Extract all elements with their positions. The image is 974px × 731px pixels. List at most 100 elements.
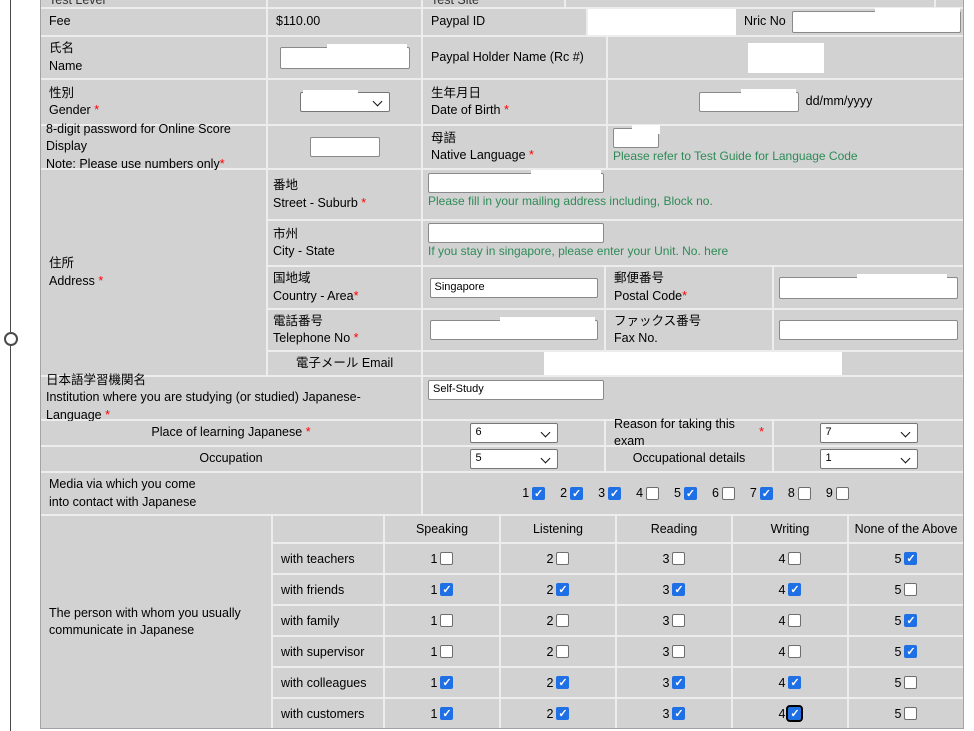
cell-number: 1 [431,583,438,597]
postal-input[interactable] [779,277,958,299]
comm-checkbox-with-family-3[interactable] [672,614,685,627]
communication-header-none-of-the-above: None of the Above [849,516,963,542]
fee-row: Fee $110.00 Paypal ID Nric No [41,9,963,35]
country-input[interactable]: Singapore [430,278,598,298]
comm-checkbox-with-colleagues-5[interactable] [904,676,917,689]
comm-checkbox-with-customers-3[interactable] [672,707,685,720]
reason-select[interactable]: 7 [820,423,918,443]
place-row: Place of learning Japanese * 6 Reason fo… [41,421,963,445]
paypal-holder-input[interactable] [748,43,824,73]
comm-checkbox-with-friends-3[interactable] [672,583,685,596]
dob-input[interactable] [699,92,799,112]
media-item-7: 7 [750,485,773,502]
cell-number: 3 [663,583,670,597]
paypal-id-input[interactable] [588,9,736,35]
cell-number: 3 [663,614,670,628]
cutoff-cell [566,0,934,7]
comm-checkbox-with-family-1[interactable] [440,614,453,627]
institution-label: 日本語学習機関名 Institution where you are study… [41,377,421,419]
comm-checkbox-with-colleagues-1[interactable] [440,676,453,689]
comm-checkbox-with-colleagues-4[interactable] [788,676,801,689]
communication-cell: 5 [849,637,963,666]
comm-checkbox-with-teachers-4[interactable] [788,552,801,565]
street-input[interactable] [428,173,604,193]
occupational-details-select-cell: 1 [774,447,963,471]
city-input[interactable] [428,223,604,243]
communication-header-blank [273,516,383,542]
password-input-cell [268,126,421,168]
row-label-with-teachers: with teachers [273,544,383,573]
address-label: 住所 Address * [41,170,266,375]
required-asterisk: * [306,424,311,441]
comm-checkbox-with-teachers-2[interactable] [556,552,569,565]
comm-checkbox-with-family-2[interactable] [556,614,569,627]
comm-checkbox-with-friends-1[interactable] [440,583,453,596]
comm-checkbox-with-family-5[interactable] [904,614,917,627]
email-area [423,352,963,375]
left-annotation-handle[interactable] [4,332,18,346]
communication-header-reading: Reading [617,516,731,542]
comm-checkbox-with-friends-2[interactable] [556,583,569,596]
email-input[interactable] [544,352,842,375]
redaction [531,170,601,179]
name-label: 氏名 Name [41,37,266,78]
media-checkbox-5[interactable] [684,487,697,500]
occupation-select[interactable]: 5 [470,449,558,469]
comm-checkbox-with-teachers-1[interactable] [440,552,453,565]
required-asterisk: * [682,289,687,303]
media-checkbox-3[interactable] [608,487,621,500]
comm-checkbox-with-friends-5[interactable] [904,583,917,596]
place-select[interactable]: 6 [470,423,558,443]
gender-select[interactable] [300,92,390,112]
comm-checkbox-with-friends-4[interactable] [788,583,801,596]
occupational-details-select[interactable]: 1 [820,449,918,469]
required-asterisk: * [220,157,225,171]
cutoff-cell [936,0,963,7]
media-checkbox-1[interactable] [532,487,545,500]
comm-checkbox-with-supervisor-4[interactable] [788,645,801,658]
gender-row: 性別 Gender * 生年月日 Date of Birth * dd/mm/y… [41,80,963,124]
media-checkbox-4[interactable] [646,487,659,500]
password-input[interactable] [310,137,380,157]
media-checkbox-2[interactable] [570,487,583,500]
media-checkbox-8[interactable] [798,487,811,500]
communication-cell: 3 [617,544,731,573]
media-item-2: 2 [560,485,583,502]
comm-checkbox-with-supervisor-1[interactable] [440,645,453,658]
name-input[interactable] [280,47,410,69]
cell-number: 5 [895,583,902,597]
phone-input[interactable] [430,320,598,340]
comm-checkbox-with-supervisor-5[interactable] [904,645,917,658]
native-language-input[interactable] [613,128,659,148]
test-level-label: Test Level [49,0,258,7]
institution-area: Self-Study [423,377,963,419]
media-checkbox-7[interactable] [760,487,773,500]
comm-checkbox-with-customers-5[interactable] [904,707,917,720]
communication-cell: 4 [733,606,847,635]
comm-checkbox-with-teachers-5[interactable] [904,552,917,565]
comm-checkbox-with-supervisor-3[interactable] [672,645,685,658]
comm-checkbox-with-supervisor-2[interactable] [556,645,569,658]
comm-checkbox-with-teachers-3[interactable] [672,552,685,565]
media-number-1: 1 [522,485,529,502]
comm-checkbox-with-colleagues-3[interactable] [672,676,685,689]
comm-checkbox-with-customers-4[interactable] [788,707,801,720]
place-select-cell: 6 [423,421,604,445]
institution-input[interactable]: Self-Study [428,380,604,400]
reason-select-cell: 7 [774,421,963,445]
comm-checkbox-with-colleagues-2[interactable] [556,676,569,689]
dob-label: 生年月日 Date of Birth * [423,80,606,124]
comm-checkbox-with-customers-2[interactable] [556,707,569,720]
comm-checkbox-with-family-4[interactable] [788,614,801,627]
media-checkbox-9[interactable] [836,487,849,500]
nric-input[interactable] [792,11,961,33]
cell-number: 4 [779,552,786,566]
country-label: 国地域 Country - Area* [268,267,421,308]
address-block: 住所 Address * 番地 Street - Suburb * Please… [41,170,963,375]
comm-checkbox-with-customers-1[interactable] [440,707,453,720]
media-checkbox-6[interactable] [722,487,735,500]
fax-input[interactable] [779,320,958,340]
cell-number: 2 [547,552,554,566]
communication-cell: 2 [501,699,615,728]
cell-number: 4 [779,707,786,721]
